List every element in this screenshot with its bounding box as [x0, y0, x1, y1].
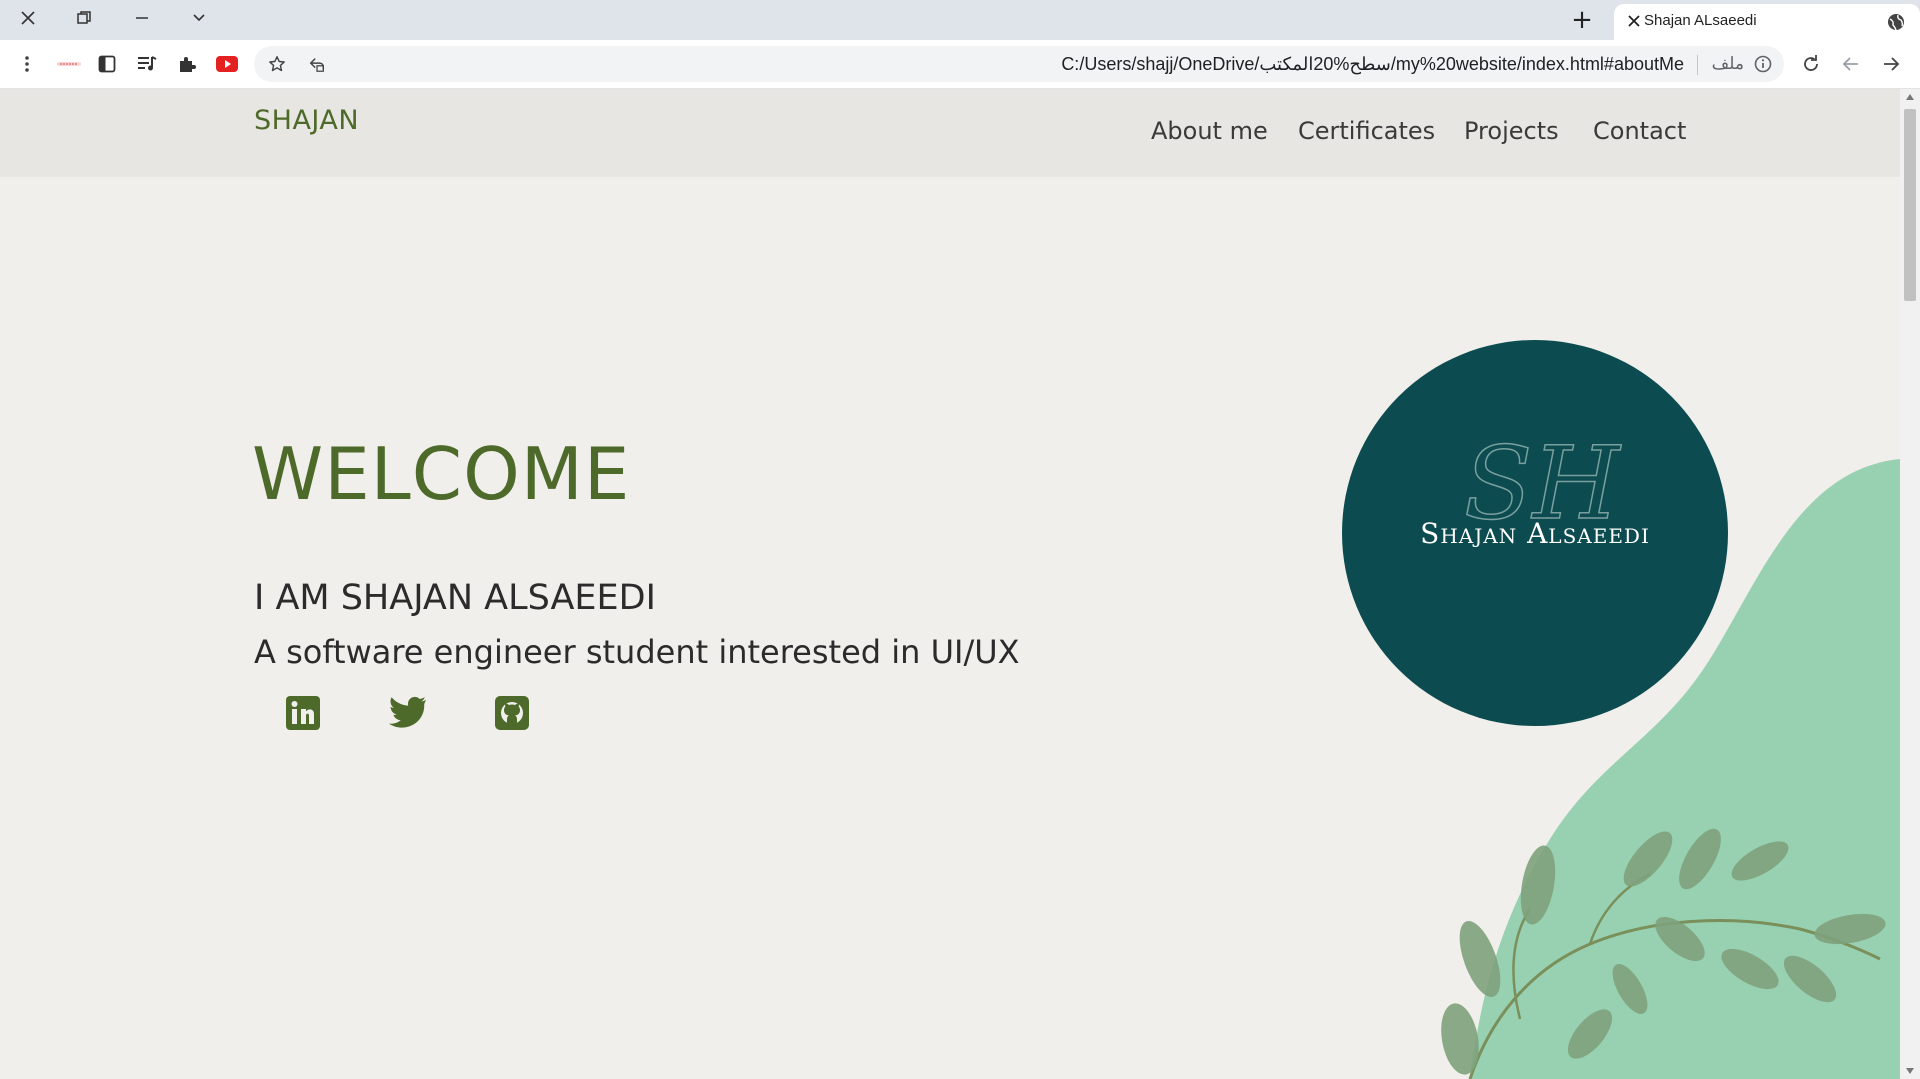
- reload-icon: [1804, 55, 1818, 71]
- tab-search-button[interactable]: [181, 4, 217, 32]
- restore-window-button[interactable]: [66, 4, 102, 32]
- site-logo[interactable]: SHAJAN: [254, 105, 359, 136]
- close-icon: [21, 11, 35, 25]
- nav-link-about-me[interactable]: About me: [1151, 117, 1268, 145]
- tab-bar: + Shajan ALsaeedi: [0, 0, 1920, 40]
- github-link[interactable]: [492, 693, 532, 733]
- url-separator: [1697, 55, 1698, 75]
- puzzle-icon: [180, 57, 196, 72]
- minimize-window-button[interactable]: [124, 4, 160, 32]
- triangle-down-icon: [1906, 1068, 1914, 1074]
- info-icon: [1754, 55, 1772, 73]
- triangle-up-icon: [1906, 94, 1914, 100]
- github-icon: [495, 696, 529, 730]
- arrow-left-icon: [1842, 57, 1858, 71]
- globe-icon: [1884, 10, 1908, 34]
- leaves-illustration: [1441, 828, 1886, 1079]
- hero-welcome-heading: WELCOME: [252, 432, 631, 516]
- arrow-right-icon: [1884, 57, 1900, 71]
- linkedin-icon: [286, 696, 320, 730]
- scrollbar-thumb[interactable]: [1904, 109, 1916, 301]
- side-panel-button[interactable]: [92, 50, 122, 78]
- youtube-extension-button[interactable]: [212, 50, 242, 78]
- site-info-button[interactable]: [1754, 55, 1772, 73]
- avatar-logo: SH Shajan Alsaeedi: [1342, 340, 1728, 726]
- side-panel-icon: [98, 55, 116, 73]
- url-scheme-label: ملف: [1711, 54, 1744, 73]
- tab-close-button[interactable]: [1624, 11, 1644, 31]
- site-header: SHAJAN About me Certificates Projects Co…: [0, 89, 1900, 177]
- forward-button[interactable]: [1876, 50, 1906, 78]
- tab-title: Shajan ALsaeedi: [1644, 12, 1757, 29]
- media-controls-button[interactable]: [132, 50, 162, 78]
- hero-tagline: A software engineer student interested i…: [254, 633, 1020, 671]
- share-button[interactable]: [302, 50, 332, 78]
- scroll-down-button[interactable]: [1904, 1065, 1916, 1077]
- reload-button[interactable]: [1796, 50, 1826, 78]
- url-text[interactable]: C:/Users/shajj/OneDrive/سطح%20المكتب/my%…: [1061, 54, 1684, 75]
- avatar-name: Shajan Alsaeedi: [1420, 517, 1650, 550]
- active-tab[interactable]: Shajan ALsaeedi: [1614, 4, 1920, 40]
- new-tab-button[interactable]: +: [1560, 4, 1604, 36]
- minimize-icon: [136, 17, 148, 19]
- browser-toolbar: C:/Users/shajj/OneDrive/سطح%20المكتب/my%…: [0, 40, 1920, 89]
- page-viewport: SHAJAN About me Certificates Projects Co…: [0, 89, 1900, 1079]
- playlist-icon: [138, 56, 157, 71]
- restore-icon: [77, 11, 91, 24]
- kebab-menu-icon: [25, 56, 29, 72]
- bookmark-star-button[interactable]: [262, 50, 292, 78]
- twitter-icon: [388, 696, 426, 728]
- profile-badge-icon: [57, 62, 81, 66]
- close-icon: [1628, 15, 1640, 27]
- hero-intro: I AM SHAJAN ALSAEEDI: [254, 578, 656, 618]
- share-icon: [309, 58, 325, 72]
- back-button[interactable]: [1836, 50, 1866, 78]
- page-scrollbar[interactable]: [1900, 89, 1920, 1079]
- plus-icon: +: [1571, 5, 1593, 35]
- linkedin-link[interactable]: [283, 693, 323, 733]
- nav-link-contact[interactable]: Contact: [1593, 117, 1686, 145]
- scroll-up-button[interactable]: [1904, 91, 1916, 103]
- chevron-down-icon: [193, 14, 205, 22]
- nav-link-certificates[interactable]: Certificates: [1298, 117, 1435, 145]
- nav-link-projects[interactable]: Projects: [1464, 117, 1559, 145]
- close-window-button[interactable]: [10, 4, 46, 32]
- profile-button[interactable]: [54, 50, 84, 78]
- extensions-button[interactable]: [172, 50, 202, 78]
- youtube-icon: [216, 56, 238, 72]
- menu-button[interactable]: [12, 50, 42, 78]
- twitter-link[interactable]: [387, 693, 427, 733]
- star-icon: [269, 56, 285, 72]
- address-bar[interactable]: C:/Users/shajj/OneDrive/سطح%20المكتب/my%…: [254, 46, 1784, 82]
